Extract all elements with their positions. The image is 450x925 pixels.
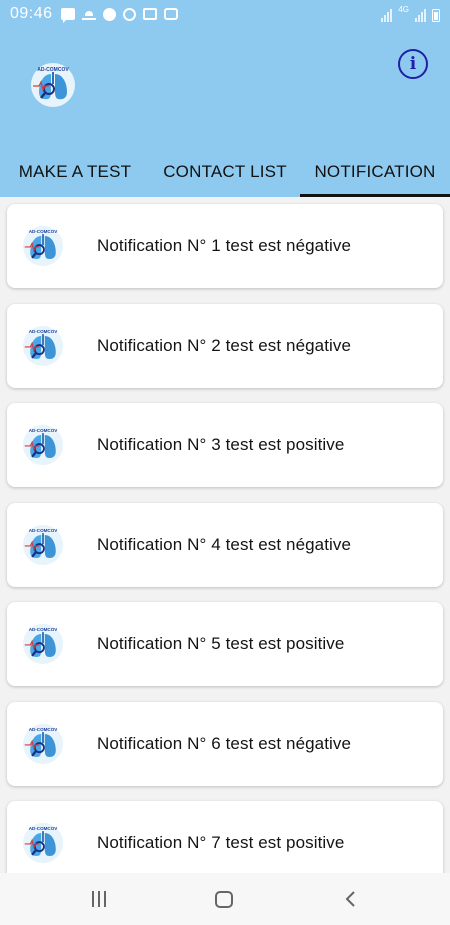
notification-card[interactable]: Notification N° 5 test est positive <box>7 602 443 686</box>
back-icon[interactable] <box>341 887 359 911</box>
notification-text: Notification N° 2 test est négative <box>97 336 352 355</box>
home-icon[interactable] <box>214 887 234 911</box>
notification-list[interactable]: Notification N° 1 test est négative Noti… <box>0 197 450 873</box>
notification-text: Notification N° 4 test est négative <box>97 535 352 554</box>
lungs-logo-icon <box>21 424 65 466</box>
app-bar: AD-COMCOV i MAKE A TEST CONTACT LIST NOT… <box>0 28 450 197</box>
weather-icon <box>81 8 96 20</box>
signal-icon <box>381 9 393 22</box>
status-bar: 09:46 4G <box>0 0 450 28</box>
lungs-logo-icon <box>21 623 65 665</box>
signal-icon <box>415 9 426 22</box>
notification-text: Notification N° 1 test est négative <box>97 236 352 255</box>
status-time: 09:46 <box>10 5 53 22</box>
notification-text: Notification N° 3 test est positive <box>97 435 345 454</box>
lungs-logo-icon <box>21 524 65 566</box>
lungs-logo-icon: AD-COMCOV <box>31 63 75 107</box>
tab-make-a-test[interactable]: MAKE A TEST <box>0 146 150 197</box>
tab-contact-list[interactable]: CONTACT LIST <box>150 146 300 197</box>
notification-card[interactable]: Notification N° 6 test est négative <box>7 702 443 786</box>
notification-text: Notification N° 7 test est positive <box>97 833 345 852</box>
lungs-logo-icon <box>21 822 65 864</box>
messenger-icon <box>102 7 116 21</box>
battery-icon <box>432 9 440 22</box>
tab-bar: MAKE A TEST CONTACT LIST NOTIFICATION <box>0 146 450 197</box>
notification-card[interactable]: Notification N° 1 test est négative <box>7 204 443 288</box>
message-icon <box>60 8 75 23</box>
recent-apps-icon[interactable] <box>88 887 110 911</box>
gallery-icon <box>142 8 157 20</box>
notification-text: Notification N° 5 test est positive <box>97 634 345 653</box>
notification-card[interactable]: Notification N° 7 test est positive <box>7 801 443 873</box>
info-icon: i <box>409 53 417 74</box>
lungs-logo-icon <box>21 225 65 267</box>
notification-card[interactable]: Notification N° 2 test est négative <box>7 304 443 388</box>
app-icon <box>163 8 178 20</box>
phone-screen: 09:46 4G AD-COMCOV i MAKE A TEST CONTACT… <box>0 0 450 925</box>
lungs-logo-icon <box>21 723 65 765</box>
tab-notification[interactable]: NOTIFICATION <box>300 146 450 197</box>
status-notification-icons <box>60 7 178 23</box>
info-button[interactable]: i <box>398 49 428 79</box>
notification-text: Notification N° 6 test est négative <box>97 734 352 753</box>
notification-card[interactable]: Notification N° 4 test est négative <box>7 503 443 587</box>
alarm-icon <box>122 7 136 21</box>
network-type: 4G <box>398 5 409 14</box>
status-system-icons: 4G <box>381 6 440 22</box>
notification-card[interactable]: Notification N° 3 test est positive <box>7 403 443 487</box>
system-nav-bar <box>0 873 450 925</box>
lungs-logo-icon <box>21 325 65 367</box>
